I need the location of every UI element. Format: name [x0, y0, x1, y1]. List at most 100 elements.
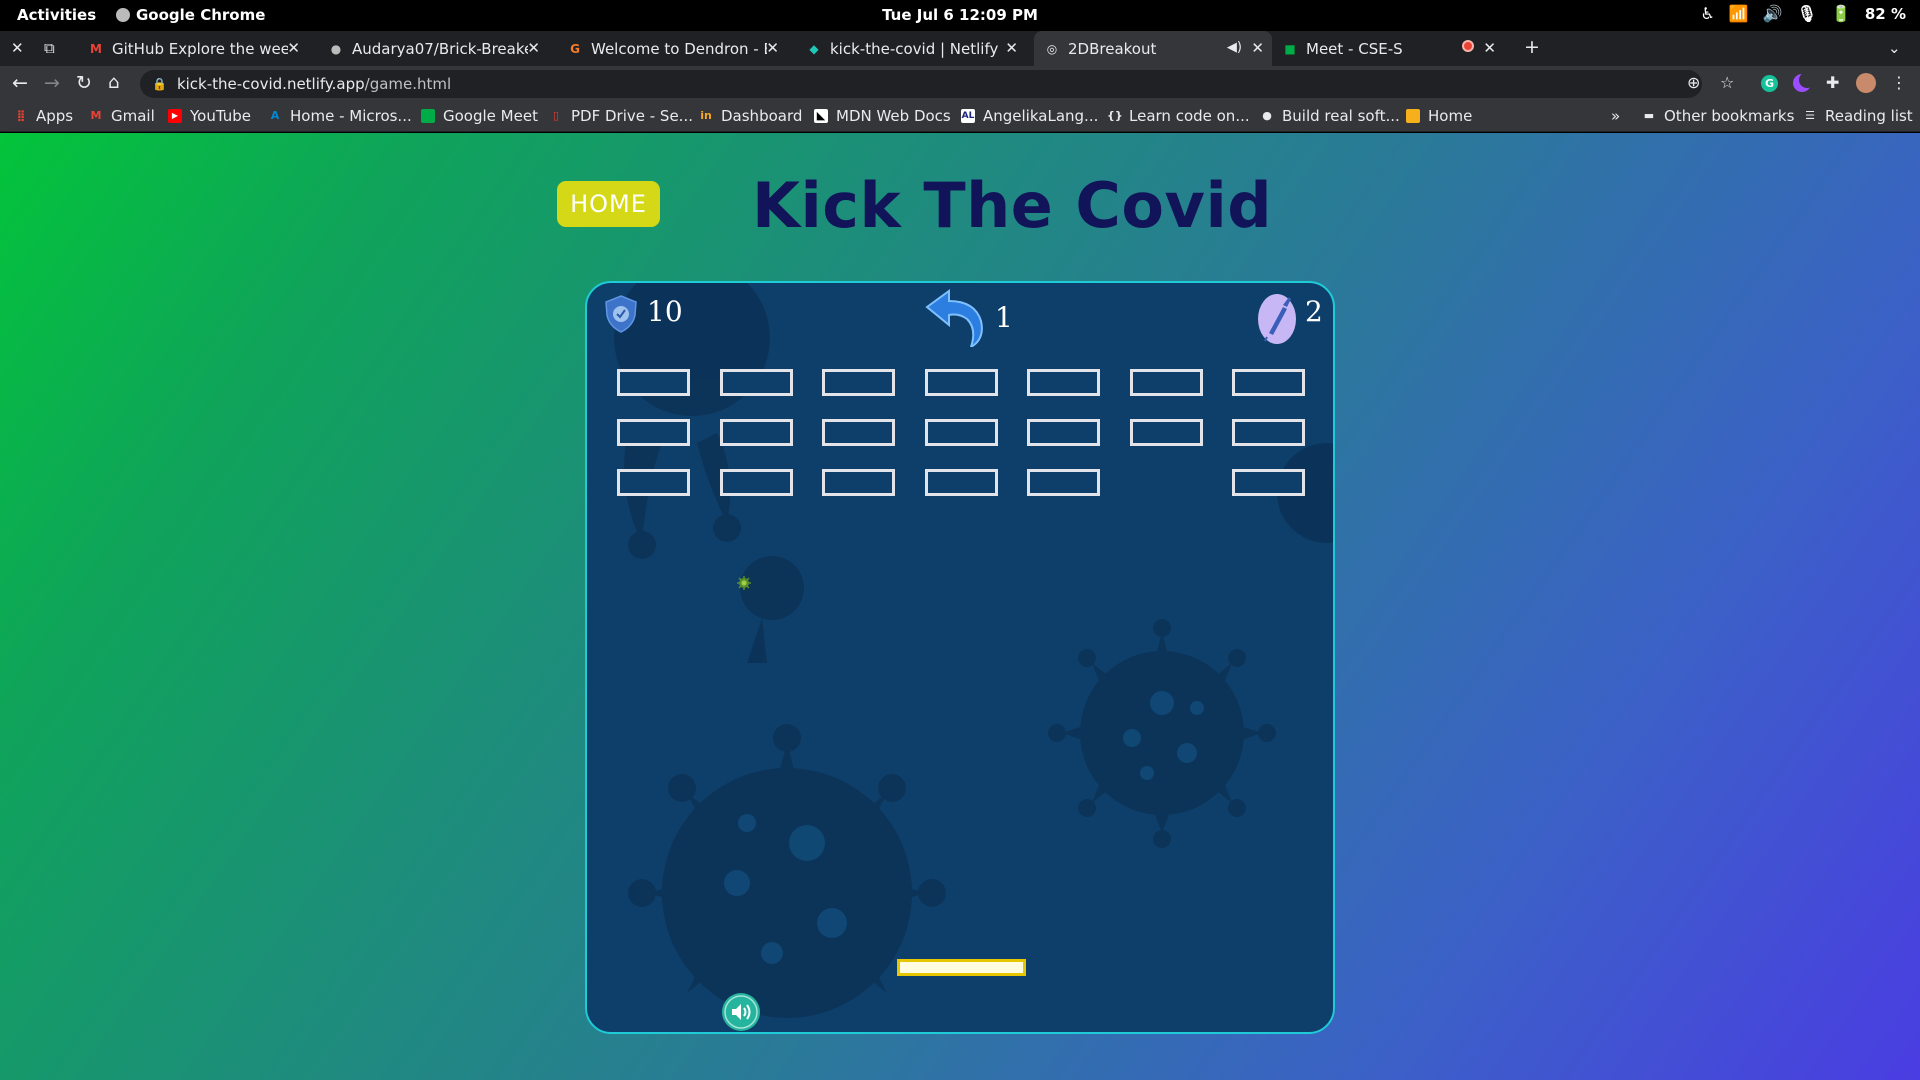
tab-brick-breaker[interactable]: ● Audarya07/Brick-Breaker ✕: [318, 31, 548, 66]
brick: [925, 369, 998, 396]
bookmark-gmail[interactable]: M Gmail: [89, 107, 155, 125]
brick: [617, 469, 690, 496]
reading-list-icon: ☰: [1805, 109, 1815, 122]
bookmark-label: AngelikaLang...: [983, 107, 1099, 125]
brick: [822, 469, 895, 496]
bookmark-azure[interactable]: A Home - Micros...: [268, 107, 412, 125]
bookmark-learn-code[interactable]: {} Learn code on...: [1107, 107, 1250, 125]
bookmark-label: Home - Micros...: [290, 107, 412, 125]
code-icon: {}: [1107, 109, 1123, 122]
close-window-icon[interactable]: ✕: [11, 39, 24, 57]
tab-label: Welcome to Dendron - Br: [591, 39, 767, 58]
bookmark-label: Dashboard: [721, 107, 803, 125]
close-tab-icon[interactable]: ✕: [766, 39, 779, 57]
dark-mode-icon[interactable]: [1793, 72, 1815, 92]
home-button[interactable]: HOME: [557, 181, 660, 227]
tab-2dbreakout[interactable]: ◎ 2DBreakout ◀) ✕: [1034, 31, 1272, 66]
menu-icon[interactable]: ⋮: [1891, 73, 1907, 92]
close-tab-icon[interactable]: ✕: [1251, 39, 1264, 57]
apps-grid-icon: ⣿: [16, 109, 26, 122]
bookmark-label: Learn code on...: [1129, 107, 1250, 125]
folder-icon: ▬: [1643, 109, 1655, 122]
brick: [720, 419, 793, 446]
bookmark-label: Other bookmarks: [1664, 107, 1795, 125]
bookmark-build-software[interactable]: ● Build real soft...: [1260, 107, 1400, 125]
brick: [617, 369, 690, 396]
new-tab-icon[interactable]: +: [1524, 36, 1540, 58]
sound-toggle-button[interactable]: [722, 993, 760, 1031]
close-tab-icon[interactable]: ✕: [1483, 39, 1496, 57]
profile-avatar[interactable]: [1856, 73, 1876, 93]
bookmark-star-icon[interactable]: ☆: [1720, 73, 1734, 92]
shield-icon: [605, 295, 637, 333]
tab-github-explore[interactable]: M GitHub Explore the week c ✕: [78, 31, 308, 66]
address-bar[interactable]: 🔒 kick-the-covid.netlify.app/game.html: [140, 70, 1702, 98]
brick: [1027, 419, 1100, 446]
accessibility-icon[interactable]: ♿: [1700, 4, 1714, 23]
microphone-icon: 🎙: [1796, 4, 1817, 23]
tab-list-icon[interactable]: ⌄: [1888, 39, 1901, 57]
undo-arrow-icon: [925, 289, 983, 347]
gmail-icon: M: [90, 109, 102, 122]
tab-netlify[interactable]: ◆ kick-the-covid | Netlify ✕: [796, 31, 1026, 66]
home-icon[interactable]: ⌂: [108, 72, 119, 93]
brick: [822, 419, 895, 446]
azure-icon: A: [270, 109, 280, 122]
tab-meet[interactable]: ■ Meet - CSE-S ✕: [1272, 31, 1504, 66]
forward-icon[interactable]: →: [44, 72, 60, 94]
bookmark-label: MDN Web Docs: [836, 107, 951, 125]
bookmark-label: Home: [1428, 107, 1473, 125]
reload-icon[interactable]: ↻: [76, 72, 92, 94]
tab-label: GitHub Explore the week c: [112, 39, 288, 58]
zoom-icon[interactable]: ⊕: [1687, 73, 1700, 92]
bookmark-angelika[interactable]: AL AngelikaLang...: [961, 107, 1098, 125]
virus-ball-icon: [737, 576, 751, 590]
meet-icon: ■: [1284, 41, 1296, 56]
brick: [822, 369, 895, 396]
tab-audio-icon[interactable]: ◀): [1227, 40, 1242, 55]
clock[interactable]: Tue Jul 6 12:09 PM: [0, 6, 1920, 24]
bookmark-label: Reading list: [1825, 107, 1913, 125]
other-bookmarks[interactable]: ▬ Other bookmarks: [1642, 107, 1795, 125]
brick: [1027, 469, 1100, 496]
tab-dendron[interactable]: G Welcome to Dendron - Br ✕: [557, 31, 787, 66]
gmail-icon: M: [90, 41, 102, 56]
vaccine-icon: [1258, 294, 1296, 344]
browser-toolbar: ← → ↻ ⌂ 🔒 kick-the-covid.netlify.app/gam…: [0, 66, 1920, 102]
close-tab-icon[interactable]: ✕: [1005, 39, 1018, 57]
back-icon[interactable]: ←: [12, 72, 28, 94]
brick: [925, 419, 998, 446]
game-canvas[interactable]: 10 1 2: [585, 281, 1335, 1034]
paddle[interactable]: [897, 959, 1026, 976]
bookmark-label: PDF Drive - Se...: [571, 107, 693, 125]
angelika-icon: AL: [961, 109, 975, 123]
brick: [925, 469, 998, 496]
brick: [1232, 419, 1305, 446]
brick: [1130, 369, 1203, 396]
bookmark-dashboard[interactable]: in Dashboard: [699, 107, 802, 125]
bookmark-google-meet[interactable]: Google Meet: [421, 107, 538, 125]
brick: [617, 419, 690, 446]
reading-list[interactable]: ☰ Reading list: [1803, 107, 1913, 125]
chevron-double-right-icon: »: [1611, 107, 1621, 125]
bookmark-home[interactable]: Home: [1406, 107, 1472, 125]
bookmark-youtube[interactable]: ▶ YouTube: [168, 107, 251, 125]
bookmark-label: YouTube: [190, 107, 251, 125]
tab-search-icon[interactable]: ⧉: [44, 39, 55, 57]
bookmark-pdf-drive[interactable]: ▯ PDF Drive - Se...: [549, 107, 693, 125]
extensions-icon[interactable]: ✚: [1826, 73, 1839, 92]
lock-icon[interactable]: 🔒: [152, 77, 167, 91]
pdf-icon: ▯: [552, 109, 560, 122]
tab-label: 2DBreakout: [1068, 39, 1157, 58]
bookmark-mdn[interactable]: ◣ MDN Web Docs: [814, 107, 951, 125]
more-bookmarks-button[interactable]: »: [1611, 107, 1620, 125]
tab-label: Meet - CSE-S: [1306, 39, 1403, 58]
bookmark-apps[interactable]: ⣿ Apps: [14, 107, 73, 125]
grammarly-icon[interactable]: G: [1761, 75, 1778, 92]
youtube-icon: ▶: [168, 109, 182, 123]
close-tab-icon[interactable]: ✕: [527, 39, 540, 57]
system-tray[interactable]: ♿ 📶 🔊 🎙 🔋 82 %: [1700, 4, 1906, 23]
close-tab-icon[interactable]: ✕: [287, 39, 300, 57]
url-path: /game.html: [364, 75, 452, 93]
bookmark-label: Gmail: [111, 107, 155, 125]
